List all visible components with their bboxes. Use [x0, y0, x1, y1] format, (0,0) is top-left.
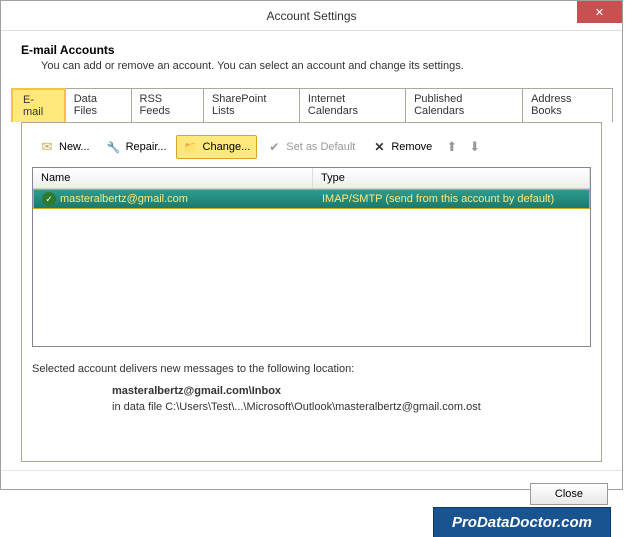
remove-icon [371, 139, 387, 155]
repair-button[interactable]: Repair... [99, 135, 174, 159]
close-icon: ✕ [595, 6, 604, 19]
repair-icon [106, 139, 122, 155]
tab-content: New... Repair... Change... Set as Defaul… [21, 122, 602, 462]
arrow-down-icon [469, 139, 480, 155]
account-name-cell: ✓ masteralbertz@gmail.com [34, 190, 314, 208]
column-name-header[interactable]: Name [33, 168, 313, 188]
toolbar: New... Repair... Change... Set as Defaul… [32, 133, 591, 167]
arrow-up-icon [446, 139, 457, 155]
account-settings-dialog: Account Settings ✕ E-mail Accounts You c… [0, 0, 623, 490]
remove-button[interactable]: Remove [364, 135, 439, 159]
tab-sharepoint-lists[interactable]: SharePoint Lists [203, 88, 300, 122]
delivery-section: Selected account delivers new messages t… [32, 363, 591, 413]
delivery-datafile: in data file C:\Users\Test\...\Microsoft… [112, 401, 591, 413]
title-bar: Account Settings ✕ [1, 1, 622, 31]
header-description: You can add or remove an account. You ca… [21, 60, 602, 72]
new-button[interactable]: New... [32, 135, 97, 159]
window-title: Account Settings [266, 9, 356, 23]
table-header: Name Type [33, 168, 590, 189]
default-account-check-icon: ✓ [42, 192, 56, 206]
tabs-container: E-mail Data Files RSS Feeds SharePoint L… [11, 88, 612, 462]
change-button[interactable]: Change... [176, 135, 258, 159]
accounts-table: Name Type ✓ masteralbertz@gmail.com IMAP… [32, 167, 591, 347]
checkmark-icon [266, 139, 282, 155]
column-type-header[interactable]: Type [313, 168, 590, 188]
account-type-cell: IMAP/SMTP (send from this account by def… [314, 191, 589, 207]
move-down-button[interactable] [464, 135, 485, 159]
tab-address-books[interactable]: Address Books [522, 88, 613, 122]
tab-email[interactable]: E-mail [11, 88, 66, 122]
change-icon [183, 139, 199, 155]
tab-strip: E-mail Data Files RSS Feeds SharePoint L… [11, 88, 612, 122]
close-button[interactable]: Close [530, 483, 608, 505]
set-default-button[interactable]: Set as Default [259, 135, 362, 159]
tab-internet-calendars[interactable]: Internet Calendars [299, 88, 406, 122]
tab-rss-feeds[interactable]: RSS Feeds [131, 88, 204, 122]
delivery-label: Selected account delivers new messages t… [32, 363, 591, 375]
tab-data-files[interactable]: Data Files [65, 88, 132, 122]
header-section: E-mail Accounts You can add or remove an… [1, 31, 622, 88]
table-row[interactable]: ✓ masteralbertz@gmail.com IMAP/SMTP (sen… [33, 189, 590, 209]
delivery-details: masteralbertz@gmail.com\Inbox in data fi… [32, 385, 591, 413]
header-title: E-mail Accounts [21, 43, 602, 57]
window-close-button[interactable]: ✕ [577, 1, 622, 23]
new-icon [39, 139, 55, 155]
delivery-location: masteralbertz@gmail.com\Inbox [112, 385, 591, 397]
tab-published-calendars[interactable]: Published Calendars [405, 88, 523, 122]
watermark: ProDataDoctor.com [433, 507, 611, 537]
move-up-button[interactable] [441, 135, 462, 159]
